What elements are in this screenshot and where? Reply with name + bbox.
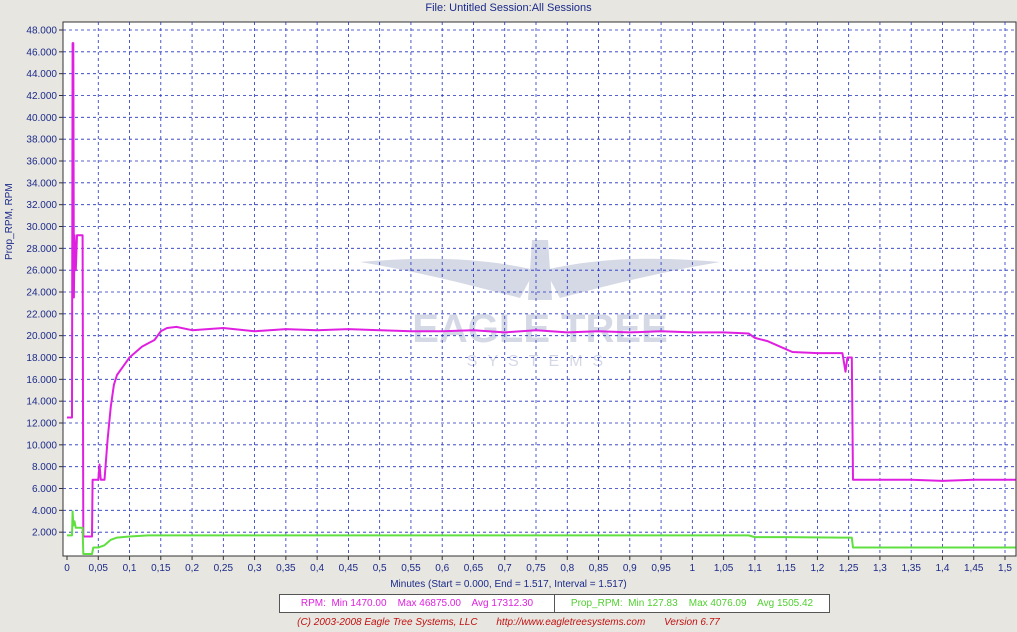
x-tick-label: 0,05 <box>89 563 109 574</box>
copyright-text: (C) 2003-2008 Eagle Tree Systems, LLC <box>297 617 478 628</box>
y-tick-label: 4.000 <box>32 506 57 517</box>
x-tick-label: 1,3 <box>873 563 887 574</box>
y-tick-label: 30.000 <box>26 222 57 233</box>
y-tick-label: 6.000 <box>32 484 57 495</box>
y-tick-label: 18.000 <box>26 353 57 364</box>
chart-area: EAGLE TREE SYSTEMS 2.0004.0006.0008.0001… <box>26 21 1017 574</box>
y-tick-label: 42.000 <box>26 91 57 102</box>
x-tick-label: 1,5 <box>998 563 1012 574</box>
y-tick-label: 40.000 <box>26 113 57 124</box>
y-tick-label: 12.000 <box>26 419 57 430</box>
x-tick-label: 1,05 <box>714 563 734 574</box>
y-tick-label: 34.000 <box>26 178 57 189</box>
x-tick-label: 0,3 <box>248 563 262 574</box>
x-tick-label: 1,35 <box>901 563 921 574</box>
x-tick-label: 0,6 <box>435 563 449 574</box>
y-tick-label: 48.000 <box>26 26 57 37</box>
version-text: Version 6.77 <box>664 617 720 628</box>
x-tick-label: 0,8 <box>560 563 574 574</box>
x-tick-label: 0 <box>64 563 70 574</box>
x-axis-label: Minutes (Start = 0.000, End = 1.517, Int… <box>390 579 627 590</box>
y-tick-label: 36.000 <box>26 157 57 168</box>
x-tick-label: 1,4 <box>936 563 950 574</box>
x-tick-label: 0,75 <box>526 563 546 574</box>
x-tick-label: 0,25 <box>214 563 234 574</box>
legend-item-prop-rpm: Prop_RPM: Min 127.83 Max 4076.09 Avg 150… <box>554 595 829 612</box>
x-tick-label: 0,95 <box>651 563 671 574</box>
y-tick-label: 16.000 <box>26 375 57 386</box>
x-tick-label: 1,1 <box>748 563 762 574</box>
x-tick-label: 0,1 <box>123 563 137 574</box>
legend: RPM: Min 1470.00 Max 46875.00 Avg 17312.… <box>279 594 830 613</box>
x-tick-label: 1,2 <box>810 563 824 574</box>
x-tick-label: 0,45 <box>339 563 359 574</box>
x-tick-label: 1,45 <box>964 563 984 574</box>
y-axis-label: Prop_RPM, RPM <box>4 183 15 260</box>
y-tick-label: 46.000 <box>26 47 57 58</box>
y-tick-label: 8.000 <box>32 462 57 473</box>
x-tick-label: 1,25 <box>839 563 859 574</box>
y-tick-label: 24.000 <box>26 288 57 299</box>
x-tick-label: 0,5 <box>373 563 387 574</box>
y-tick-label: 44.000 <box>26 69 57 80</box>
website-link[interactable]: http://www.eagletreesystems.com <box>496 617 645 628</box>
y-tick-label: 28.000 <box>26 244 57 255</box>
x-tick-label: 0,65 <box>464 563 484 574</box>
x-tick-label: 0,9 <box>623 563 637 574</box>
y-tick-label: 32.000 <box>26 200 57 211</box>
legend-item-rpm: RPM: Min 1470.00 Max 46875.00 Avg 17312.… <box>300 598 534 609</box>
x-tick-label: 0,4 <box>310 563 324 574</box>
y-tick-label: 26.000 <box>26 266 57 277</box>
footer: (C) 2003-2008 Eagle Tree Systems, LLC ht… <box>0 617 1017 628</box>
x-tick-label: 0,2 <box>185 563 199 574</box>
x-tick-label: 0,35 <box>276 563 296 574</box>
x-tick-label: 1,15 <box>776 563 796 574</box>
x-tick-label: 0,55 <box>401 563 421 574</box>
y-tick-label: 22.000 <box>26 309 57 320</box>
x-tick-label: 0,15 <box>151 563 171 574</box>
y-tick-label: 2.000 <box>32 528 57 539</box>
y-axis-ticks: 2.000 4.000 6.000 8.000 10.000 12.000 14.000 16… <box>26 26 63 539</box>
y-tick-label: 14.000 <box>26 397 57 408</box>
x-tick-label: 0,7 <box>498 563 512 574</box>
watermark-subtext: SYSTEMS <box>467 353 613 370</box>
x-tick-label: 1 <box>690 563 696 574</box>
y-tick-label: 10.000 <box>26 440 57 451</box>
x-axis-ticks: 0 0,05 0,1 0,15 0,2 0,25 0,3 0,35 0,4 0,45 0,5 0,55… <box>64 556 1012 574</box>
y-tick-label: 20.000 <box>26 331 57 342</box>
x-tick-label: 0,85 <box>589 563 609 574</box>
y-tick-label: 38.000 <box>26 135 57 146</box>
